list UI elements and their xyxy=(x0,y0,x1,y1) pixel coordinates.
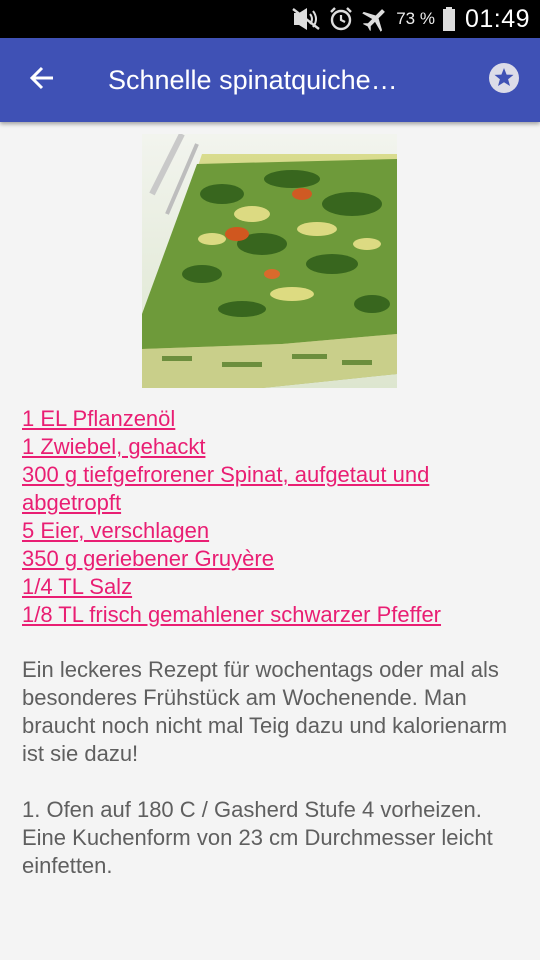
airplane-mode-icon xyxy=(361,6,389,32)
battery-icon xyxy=(442,6,456,32)
ingredient-link[interactable]: 5 Eier, verschlagen xyxy=(22,518,209,543)
ingredient-item[interactable]: 300 g tiefgefrorener Spinat, aufgetaut u… xyxy=(22,461,522,517)
ingredient-link[interactable]: 1 Zwiebel, gehackt xyxy=(22,434,205,459)
ingredient-item[interactable]: 1/4 TL Salz xyxy=(22,573,522,601)
ingredient-link[interactable]: 1/4 TL Salz xyxy=(22,574,132,599)
status-bar: 73 % 01:49 xyxy=(0,0,540,38)
ingredient-link[interactable]: 300 g tiefgefrorener Spinat, aufgetaut u… xyxy=(22,462,429,515)
ingredient-item[interactable]: 1 Zwiebel, gehackt xyxy=(22,433,522,461)
ingredient-item[interactable]: 350 g geriebener Gruyère xyxy=(22,545,522,573)
recipe-image xyxy=(142,134,397,388)
alarm-icon xyxy=(328,6,354,32)
recipe-description: Ein leckeres Rezept für wochentags oder … xyxy=(22,657,508,766)
arrow-back-icon xyxy=(29,65,55,96)
ingredient-list: 1 EL Pflanzenöl 1 Zwiebel, gehackt 300 g… xyxy=(22,405,522,629)
ingredient-link[interactable]: 1/8 TL frisch gemahlener schwarzer Pfeff… xyxy=(22,602,441,627)
ingredient-item[interactable]: 1 EL Pflanzenöl xyxy=(22,405,522,433)
page-title: Schnelle spinatquiche… xyxy=(108,64,398,95)
star-icon xyxy=(488,62,520,99)
ingredient-link[interactable]: 350 g geriebener Gruyère xyxy=(22,546,274,571)
recipe-step: 1. Ofen auf 180 C / Gasherd Stufe 4 vorh… xyxy=(22,797,493,878)
recipe-content: 1 EL Pflanzenöl 1 Zwiebel, gehackt 300 g… xyxy=(0,122,540,960)
ingredient-item[interactable]: 1/8 TL frisch gemahlener schwarzer Pfeff… xyxy=(22,601,522,629)
back-button[interactable] xyxy=(0,38,84,122)
ingredient-link[interactable]: 1 EL Pflanzenöl xyxy=(22,406,175,431)
ingredient-item[interactable]: 5 Eier, verschlagen xyxy=(22,517,522,545)
mute-icon xyxy=(291,7,321,31)
favorite-button[interactable] xyxy=(468,38,540,122)
battery-percent: 73 % xyxy=(396,9,435,28)
app-bar: Schnelle spinatquiche… xyxy=(0,38,540,122)
clock: 01:49 xyxy=(464,4,530,33)
